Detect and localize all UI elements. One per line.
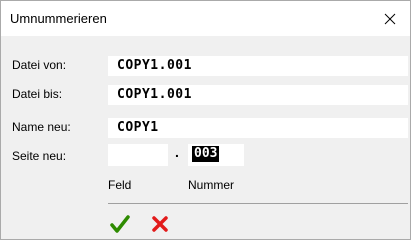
name-neu-field[interactable]: COPY1 — [108, 118, 408, 138]
window-title: Umnummerieren — [10, 11, 107, 26]
name-neu-label: Name neu: — [12, 120, 71, 134]
close-button[interactable] — [370, 1, 410, 37]
nummer-caption: Nummer — [188, 178, 235, 192]
cancel-button[interactable] — [148, 212, 172, 236]
datei-von-field[interactable]: COPY1.001 — [108, 56, 408, 76]
datei-von-label: Datei von: — [12, 58, 67, 72]
title-bar: Umnummerieren — [0, 0, 411, 37]
ok-button[interactable] — [108, 212, 132, 236]
datei-bis-field[interactable]: COPY1.001 — [108, 85, 408, 105]
checkmark-icon — [110, 215, 130, 233]
seite-nummer-value: 003 — [192, 146, 220, 162]
feld-caption: Feld — [108, 178, 132, 192]
separator-line — [108, 203, 408, 204]
seite-neu-label: Seite neu: — [12, 149, 67, 163]
close-icon — [384, 13, 396, 25]
dialog-body: Datei von: COPY1.001 Datei bis: COPY1.00… — [0, 36, 411, 240]
seite-feld-input[interactable] — [108, 144, 168, 166]
datei-bis-label: Datei bis: — [12, 87, 63, 101]
seite-separator: . — [175, 144, 179, 160]
cross-icon — [152, 216, 168, 232]
